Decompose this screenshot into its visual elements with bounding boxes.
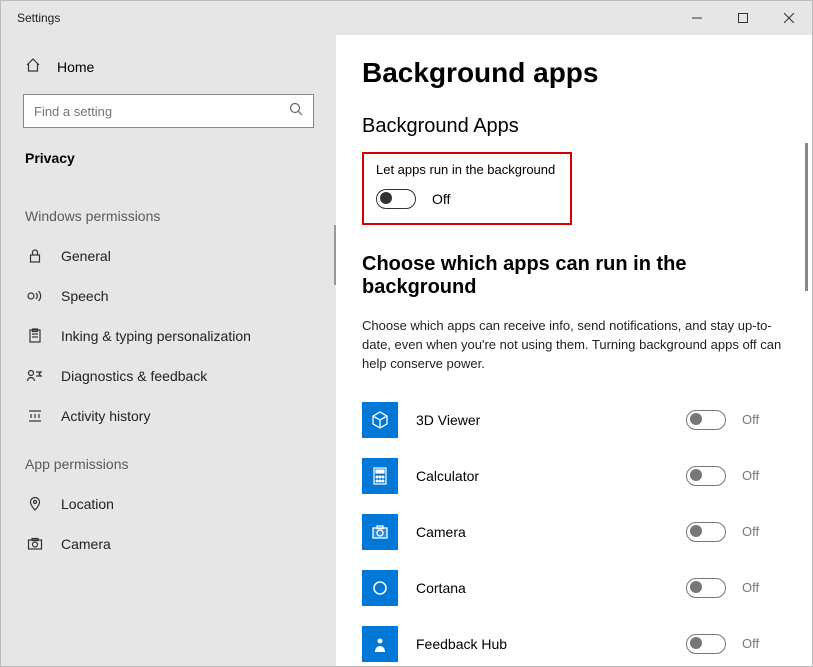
app-icon-cube (362, 402, 398, 438)
nav-diagnostics[interactable]: Diagnostics & feedback (1, 356, 336, 396)
app-toggle[interactable] (686, 466, 726, 486)
master-toggle-state: Off (432, 191, 450, 207)
app-name: Calculator (398, 468, 686, 484)
page-subtitle: Background Apps (362, 115, 786, 138)
camera-icon (25, 536, 45, 552)
section-app-permissions: App permissions (1, 436, 336, 484)
nav-activity[interactable]: Activity history (1, 396, 336, 436)
section-windows-permissions: Windows permissions (1, 188, 336, 236)
clipboard-icon (25, 328, 45, 344)
nav-location[interactable]: Location (1, 484, 336, 524)
nav-camera[interactable]: Camera (1, 524, 336, 564)
sidebar: Home Privacy Windows permissions General… (1, 35, 336, 666)
search-icon (289, 102, 303, 121)
app-toggle-state: Off (742, 412, 759, 427)
nav-inking[interactable]: Inking & typing personalization (1, 316, 336, 356)
nav-speech[interactable]: Speech (1, 276, 336, 316)
app-name: Feedback Hub (398, 636, 686, 652)
app-toggle[interactable] (686, 410, 726, 430)
minimize-button[interactable] (674, 1, 720, 35)
location-icon (25, 496, 45, 512)
app-icon-camera (362, 514, 398, 550)
speech-icon (25, 288, 45, 304)
nav-label: Camera (61, 536, 111, 552)
scrollbar[interactable] (805, 143, 808, 291)
page-title: Background apps (362, 57, 786, 89)
master-toggle-highlight: Let apps run in the background Off (362, 152, 572, 225)
app-name: Cortana (398, 580, 686, 596)
activity-icon (25, 408, 45, 424)
choose-description: Choose which apps can receive info, send… (362, 317, 786, 374)
app-toggle[interactable] (686, 634, 726, 654)
home-icon (25, 57, 41, 76)
window-titlebar: Settings (1, 1, 812, 35)
app-row-cortana: Cortana Off (362, 560, 786, 616)
app-toggle-state: Off (742, 468, 759, 483)
nav-label: Location (61, 496, 114, 512)
master-toggle[interactable] (376, 189, 416, 209)
app-name: Camera (398, 524, 686, 540)
master-toggle-label: Let apps run in the background (376, 162, 558, 177)
content-pane: Background apps Background Apps Let apps… (336, 35, 812, 666)
window-title: Settings (1, 11, 674, 25)
nav-general[interactable]: General (1, 236, 336, 276)
feedback-icon (25, 368, 45, 384)
app-name: 3D Viewer (398, 412, 686, 428)
home-label: Home (57, 59, 94, 75)
app-icon-cortana (362, 570, 398, 606)
app-row-calculator: Calculator Off (362, 448, 786, 504)
app-row-camera: Camera Off (362, 504, 786, 560)
nav-label: Speech (61, 288, 108, 304)
maximize-button[interactable] (720, 1, 766, 35)
app-list: 3D Viewer Off Calculator Off Camera Off … (362, 392, 786, 666)
app-toggle[interactable] (686, 522, 726, 542)
home-link[interactable]: Home (1, 49, 336, 90)
app-row-3d-viewer: 3D Viewer Off (362, 392, 786, 448)
nav-label: Activity history (61, 408, 150, 424)
nav-label: Diagnostics & feedback (61, 368, 207, 384)
lock-icon (25, 248, 45, 264)
app-toggle-state: Off (742, 580, 759, 595)
search-box[interactable] (23, 94, 314, 128)
choose-heading: Choose which apps can run in the backgro… (362, 253, 786, 299)
search-input[interactable] (34, 104, 289, 119)
app-toggle-state: Off (742, 636, 759, 651)
category-heading: Privacy (1, 146, 336, 188)
close-button[interactable] (766, 1, 812, 35)
app-toggle[interactable] (686, 578, 726, 598)
app-toggle-state: Off (742, 524, 759, 539)
nav-label: Inking & typing personalization (61, 328, 251, 344)
app-row-feedback-hub: Feedback Hub Off (362, 616, 786, 666)
app-icon-calculator (362, 458, 398, 494)
nav-label: General (61, 248, 111, 264)
app-icon-feedbackhub (362, 626, 398, 662)
